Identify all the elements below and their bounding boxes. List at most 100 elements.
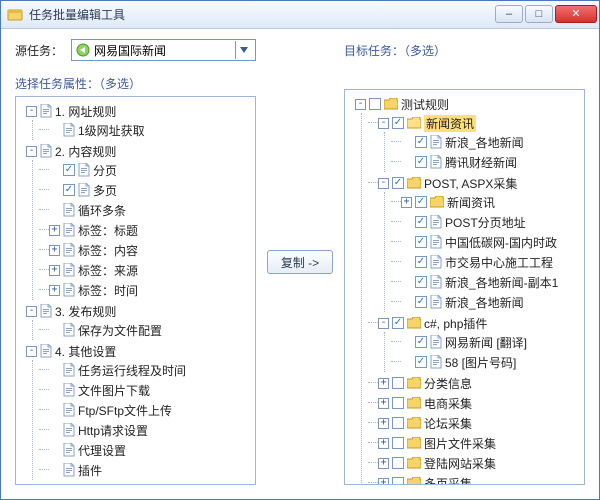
tree-node[interactable]: -✓ 新闻资讯 — [378, 114, 582, 132]
close-button[interactable]: ✕ — [555, 5, 597, 23]
tree-node[interactable]: Http请求设置 — [49, 421, 253, 439]
tree-toggle[interactable]: - — [26, 346, 37, 357]
tree-node[interactable]: ✓ 分页 — [49, 161, 253, 179]
tree-toggle[interactable]: + — [378, 398, 389, 409]
tree-toggle[interactable]: + — [401, 197, 412, 208]
copy-button[interactable]: 复制 -> — [267, 250, 333, 274]
minimize-button[interactable]: – — [495, 5, 523, 23]
tree-node[interactable]: 循环多条 — [49, 201, 253, 219]
tree-node-label: 4. 其他设置 — [55, 343, 116, 360]
tree-node[interactable]: ✓ POST分页地址 — [401, 213, 582, 231]
tree-node[interactable]: ✓ 市交易中心施工工程 — [401, 253, 582, 271]
tree-node[interactable]: ✓ 58 [图片号码] — [401, 353, 582, 371]
tree-node[interactable]: + 电商采集 — [378, 394, 582, 412]
tree-node[interactable]: Ftp/SFtp文件上传 — [49, 401, 253, 419]
tree-toggle[interactable]: + — [378, 478, 389, 486]
tree-toggle[interactable]: + — [378, 378, 389, 389]
checkbox[interactable]: ✓ — [415, 276, 427, 288]
tree-node[interactable]: + 多页采集 — [378, 474, 582, 485]
tree-node-label: 测试规则 — [401, 96, 449, 113]
folder-icon — [407, 477, 421, 485]
tree-node[interactable]: 1级网址获取 — [49, 121, 253, 139]
checkbox[interactable]: ✓ — [415, 216, 427, 228]
checkbox[interactable]: ✓ — [415, 296, 427, 308]
folder-icon — [407, 377, 421, 389]
tree-node[interactable]: + 图片文件采集 — [378, 434, 582, 452]
maximize-button[interactable]: □ — [525, 5, 553, 23]
tree-toggle[interactable]: + — [49, 245, 60, 256]
tree-toggle[interactable]: - — [26, 306, 37, 317]
tree-toggle[interactable]: - — [26, 146, 37, 157]
checkbox[interactable] — [392, 437, 404, 449]
checkbox[interactable] — [369, 98, 381, 110]
checkbox[interactable] — [392, 457, 404, 469]
tree-node[interactable]: ✓ 多页 — [49, 181, 253, 199]
tree-node[interactable]: ✓ 腾讯财经新闻 — [401, 153, 582, 171]
folder-icon — [407, 417, 421, 429]
target-tree[interactable]: - 测试规则-✓ 新闻资讯✓ 新浪_各地新闻✓ 腾讯财经新闻-✓ POST, A… — [344, 89, 585, 485]
window-title: 任务批量编辑工具 — [29, 6, 493, 23]
tree-toggle[interactable]: + — [49, 265, 60, 276]
checkbox[interactable]: ✓ — [63, 184, 75, 196]
tree-node[interactable]: ✓ 新浪_各地新闻-副本1 — [401, 273, 582, 291]
checkbox[interactable] — [392, 397, 404, 409]
tree-toggle[interactable]: + — [378, 458, 389, 469]
tree-node[interactable]: - 3. 发布规则 — [26, 302, 253, 320]
tree-toggle[interactable]: - — [378, 318, 389, 329]
tree-toggle[interactable]: + — [49, 285, 60, 296]
tree-node[interactable]: ✓ 网易新闻 [翻译] — [401, 333, 582, 351]
tree-toggle[interactable]: - — [355, 99, 366, 110]
checkbox[interactable]: ✓ — [415, 196, 427, 208]
tree-node[interactable]: + 分类信息 — [378, 374, 582, 392]
checkbox[interactable]: ✓ — [415, 256, 427, 268]
tree-toggle[interactable]: + — [49, 225, 60, 236]
tree-node[interactable]: ✓ 新浪_各地新闻 — [401, 133, 582, 151]
tree-toggle[interactable]: - — [378, 178, 389, 189]
tree-node[interactable]: + 标签：内容 — [49, 241, 253, 259]
tree-toggle[interactable]: + — [378, 418, 389, 429]
checkbox[interactable]: ✓ — [392, 317, 404, 329]
checkbox[interactable] — [392, 477, 404, 485]
checkbox[interactable]: ✓ — [63, 164, 75, 176]
window-body: 源任务： 网易国际新闻 选择任务属性：（多选） - 1. 网址规则 — [1, 29, 599, 499]
tree-node[interactable]: -✓ c#, php插件 — [378, 314, 582, 332]
checkbox[interactable]: ✓ — [415, 136, 427, 148]
tree-node[interactable]: 保存为文件配置 — [49, 321, 253, 339]
tree-node[interactable]: - 4. 其他设置 — [26, 342, 253, 360]
tree-node[interactable]: ✓ 中国低碳网-国内时政 — [401, 233, 582, 251]
checkbox[interactable] — [392, 377, 404, 389]
tree-toggle[interactable]: - — [378, 118, 389, 129]
tree-node[interactable]: ✓ 新浪_各地新闻 — [401, 293, 582, 311]
checkbox[interactable]: ✓ — [392, 117, 404, 129]
tree-node[interactable]: + 登陆网站采集 — [378, 454, 582, 472]
checkbox[interactable] — [392, 417, 404, 429]
tree-node[interactable]: - 测试规则 — [355, 95, 582, 113]
tree-node-label: 登陆网站采集 — [424, 455, 496, 472]
tree-node[interactable]: + 论坛采集 — [378, 414, 582, 432]
app-icon — [7, 7, 23, 23]
tree-node[interactable]: -✓ POST, ASPX采集 — [378, 174, 582, 192]
tree-node[interactable]: + 标签：标题 — [49, 221, 253, 239]
checkbox[interactable]: ✓ — [415, 236, 427, 248]
page-icon — [430, 335, 442, 349]
tree-node[interactable]: + 标签：时间 — [49, 281, 253, 299]
tree-toggle — [401, 217, 412, 228]
source-task-select[interactable]: 网易国际新闻 — [71, 39, 256, 61]
checkbox[interactable]: ✓ — [392, 177, 404, 189]
tree-node[interactable]: - 2. 内容规则 — [26, 142, 253, 160]
tree-node[interactable]: +✓ 新闻资讯 — [401, 193, 582, 211]
tree-node[interactable]: 代理设置 — [49, 441, 253, 459]
tree-node[interactable]: 文件图片下载 — [49, 381, 253, 399]
tree-toggle[interactable]: - — [26, 106, 37, 117]
checkbox[interactable]: ✓ — [415, 156, 427, 168]
checkbox[interactable]: ✓ — [415, 336, 427, 348]
tree-node[interactable]: 任务运行线程及时间 — [49, 361, 253, 379]
attrs-tree[interactable]: - 1. 网址规则 1级网址获取 - 2. 内容规则✓ 分页 ✓ 多页 循环多条 + … — [15, 96, 256, 485]
tree-toggle[interactable]: + — [378, 438, 389, 449]
folder-icon — [407, 457, 421, 469]
tree-node-label: 中国低碳网-国内时政 — [445, 234, 557, 251]
checkbox[interactable]: ✓ — [415, 356, 427, 368]
tree-node[interactable]: + 标签：来源 — [49, 261, 253, 279]
tree-node[interactable]: - 1. 网址规则 — [26, 102, 253, 120]
tree-node[interactable]: 插件 — [49, 461, 253, 479]
